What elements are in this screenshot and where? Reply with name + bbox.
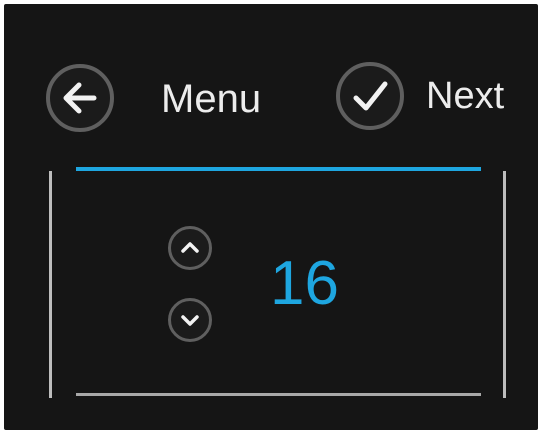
value-frame-top-accent bbox=[76, 167, 481, 171]
decrement-button[interactable] bbox=[168, 298, 212, 342]
next-label[interactable]: Next bbox=[426, 77, 504, 115]
back-button[interactable] bbox=[46, 64, 114, 132]
check-icon bbox=[353, 81, 388, 111]
chevron-down-icon bbox=[181, 315, 199, 326]
value-frame-right-border bbox=[503, 171, 506, 398]
arrow-left-icon bbox=[63, 82, 97, 114]
stepper-value: 16 bbox=[270, 249, 339, 318]
next-button[interactable] bbox=[336, 62, 404, 130]
device-screen: Menu Next 16 bbox=[4, 4, 538, 430]
increment-button[interactable] bbox=[168, 226, 212, 270]
menu-label[interactable]: Menu bbox=[161, 79, 261, 119]
chevron-up-icon bbox=[181, 242, 199, 253]
value-frame-left-border bbox=[49, 171, 52, 398]
value-frame-bottom-border bbox=[76, 393, 481, 396]
